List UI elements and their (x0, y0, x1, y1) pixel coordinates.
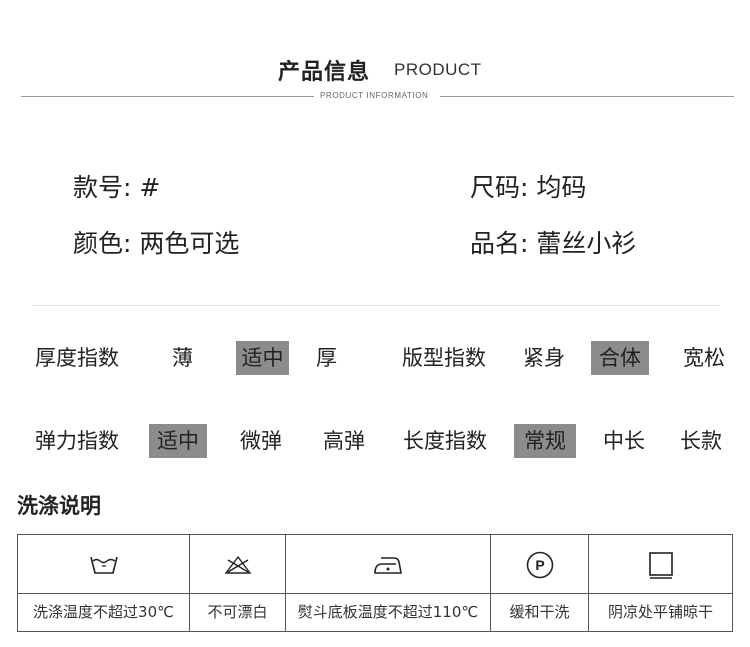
no-bleach-icon (190, 549, 285, 581)
no-bleach-label: 不可漂白 (207, 603, 268, 621)
length-option-long: 长款 (680, 429, 722, 453)
dry-clean-label: 缓和干洗 (509, 603, 570, 621)
wash-cell-dry-flat: 阴凉处平铺晾干 (589, 535, 732, 631)
page-title-en: PRODUCT (394, 60, 482, 79)
header-rule-left (21, 96, 314, 97)
fit-index-label: 版型指数 (402, 346, 486, 370)
wash-cell-temperature: 洗涤温度不超过30℃ (18, 535, 190, 631)
thickness-option-medium-selected: 适中 (236, 341, 289, 375)
washing-title: 洗涤说明 (17, 494, 101, 518)
washing-table: 洗涤温度不超过30℃ 不可漂白 熨斗底板温度不超过110℃ P 缓和干洗 阴凉处… (17, 534, 733, 632)
color-info: 颜色: 两色可选 (73, 229, 240, 258)
elasticity-option-medium-selected: 适中 (149, 424, 207, 458)
svg-text:P: P (535, 557, 544, 573)
header-rule-right (440, 96, 734, 97)
dry-flat-shade-icon (589, 549, 732, 581)
wash-cell-iron: 熨斗底板温度不超过110℃ (286, 535, 491, 631)
page-title: 产品信息 (278, 60, 371, 85)
page-subtitle: PRODUCT INFORMATION (320, 91, 429, 100)
elasticity-option-slight: 微弹 (240, 429, 282, 453)
fit-option-regular-selected: 合体 (591, 341, 649, 375)
style-number: 款号: # (73, 173, 161, 202)
length-option-medium-long: 中长 (603, 429, 645, 453)
thickness-option-thin: 薄 (172, 346, 193, 370)
size-info: 尺码: 均码 (470, 173, 587, 202)
wash-cell-dry-clean: P 缓和干洗 (491, 535, 589, 631)
wash-temperature-label: 洗涤温度不超过30℃ (33, 603, 174, 621)
fit-option-slim: 紧身 (523, 346, 565, 370)
elasticity-index-label: 弹力指数 (35, 429, 119, 453)
section-divider (33, 305, 719, 306)
dry-clean-p-icon: P (491, 549, 588, 581)
elasticity-option-high: 高弹 (323, 429, 365, 453)
length-option-regular-selected: 常规 (514, 424, 576, 458)
product-name: 品名: 蕾丝小衫 (470, 229, 637, 258)
length-index-label: 长度指数 (403, 429, 487, 453)
thickness-index-label: 厚度指数 (35, 346, 119, 370)
fit-option-loose: 宽松 (683, 346, 725, 370)
iron-label: 熨斗底板温度不超过110℃ (297, 603, 479, 621)
dry-flat-label: 阴凉处平铺晾干 (607, 603, 713, 621)
thickness-option-thick: 厚 (316, 346, 337, 370)
wash-30-icon (18, 549, 189, 581)
iron-icon (286, 549, 490, 581)
wash-cell-no-bleach: 不可漂白 (190, 535, 286, 631)
